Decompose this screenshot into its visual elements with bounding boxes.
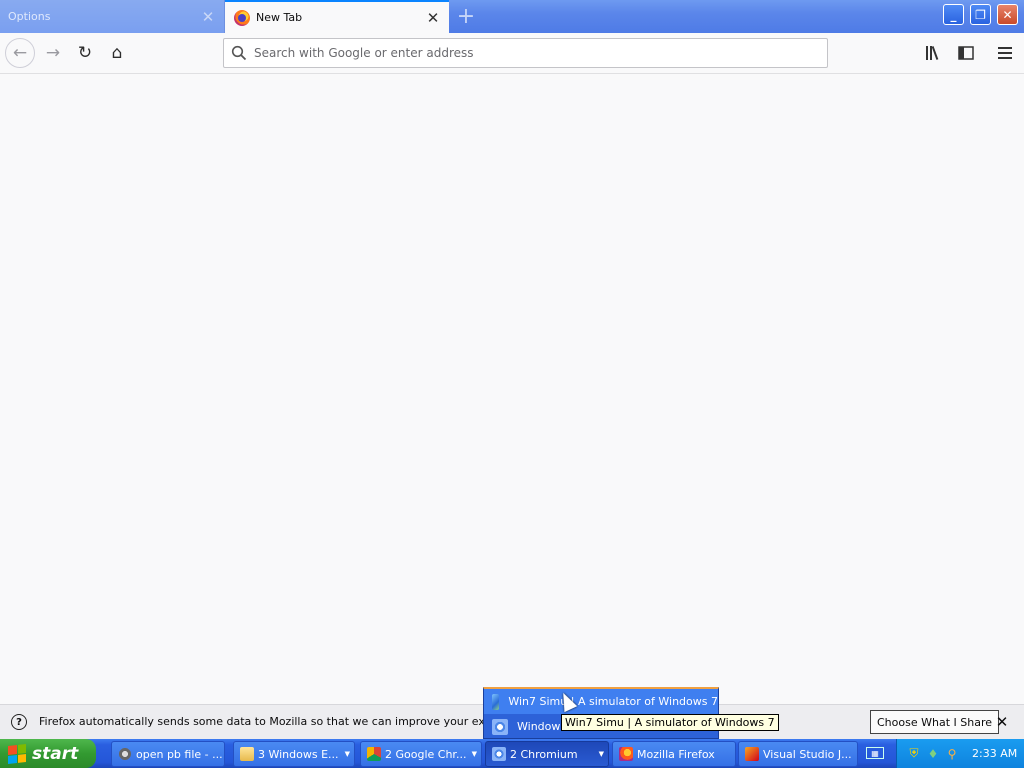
chromium-icon	[492, 747, 506, 761]
windows-logo-icon	[8, 743, 26, 764]
notification-message: Firefox automatically sends some data to…	[39, 715, 537, 728]
close-icon: ✕	[1002, 7, 1013, 22]
gear-icon	[118, 747, 132, 761]
chevron-down-icon: ▼	[598, 750, 604, 758]
security-shield-icon[interactable]: ⛨	[907, 746, 921, 761]
minimize-icon: _	[950, 7, 957, 22]
back-button[interactable]: ←	[5, 38, 35, 68]
start-button[interactable]: start	[0, 739, 96, 768]
library-button[interactable]	[920, 39, 948, 67]
new-tab-button[interactable]: +	[453, 3, 479, 29]
taskbar-button-mozilla-firefox[interactable]: Mozilla Firefox	[612, 741, 736, 767]
chrome-icon	[367, 747, 381, 761]
sidebar-button[interactable]	[952, 39, 980, 67]
taskbar-button-visual-studio[interactable]: Visual Studio J...	[738, 741, 858, 767]
window-icon	[492, 693, 500, 710]
taskbar: start open pb file - ... 3 Windows E... …	[0, 739, 1024, 768]
maximize-button[interactable]: ❐	[970, 4, 991, 25]
taskbar-button-open-pb-file[interactable]: open pb file - ...	[111, 741, 225, 767]
clock[interactable]: 2:33 AM	[972, 747, 1017, 760]
sidebar-icon	[958, 46, 974, 60]
tab-title: New Tab	[256, 11, 303, 24]
home-icon: ⌂	[111, 43, 123, 63]
chromium-icon	[492, 718, 508, 735]
taskbar-button-google-chrome[interactable]: 2 Google Chr... ▼	[360, 741, 482, 767]
tab-options[interactable]: Options ✕	[0, 0, 225, 33]
forward-arrow-icon: →	[45, 43, 61, 63]
firefox-icon	[234, 9, 250, 26]
taskbar-group-popup: Win7 Simu | A simulator of Windows 7 Win…	[483, 687, 719, 739]
close-tab-icon[interactable]: ✕	[423, 8, 443, 28]
library-icon	[926, 46, 939, 60]
minimize-button[interactable]: _	[943, 4, 964, 25]
maximize-icon: ❐	[975, 7, 986, 22]
chevron-down-icon: ▼	[471, 750, 477, 758]
notification-close-button[interactable]: ✕	[993, 713, 1011, 731]
back-arrow-icon: ←	[12, 43, 28, 63]
reload-icon: ↻	[77, 43, 93, 63]
system-tray: ⛨ ♦ ⚲ 2:33 AM	[896, 739, 1024, 768]
tooltip: Win7 Simu | A simulator of Windows 7	[561, 714, 779, 731]
popup-item-label: Windows	[517, 720, 567, 733]
choose-what-i-share-button[interactable]: Choose What I Share	[870, 710, 999, 734]
close-icon: ✕	[995, 713, 1009, 731]
forward-button[interactable]: →	[39, 39, 67, 67]
popup-item-label: Win7 Simu | A simulator of Windows 7	[508, 695, 718, 708]
close-tab-icon[interactable]: ✕	[198, 7, 218, 27]
close-window-button[interactable]: ✕	[997, 4, 1018, 25]
popup-item-win7-simu[interactable]: Win7 Simu | A simulator of Windows 7	[484, 689, 718, 714]
folder-icon	[240, 747, 254, 761]
network-icon[interactable]: ♦	[926, 747, 940, 761]
firefox-icon	[619, 747, 633, 761]
address-input[interactable]	[254, 46, 827, 60]
taskbar-button-label: 3 Windows E...	[258, 747, 339, 761]
taskbar-button-label: open pb file - ...	[136, 747, 223, 761]
taskbar-button-chromium[interactable]: 2 Chromium ▼	[485, 741, 609, 767]
title-bar: Options ✕ New Tab ✕ + _ ❐ ✕	[0, 0, 1024, 33]
taskbar-button-label: 2 Chromium	[510, 747, 578, 761]
reload-button[interactable]: ↻	[71, 39, 99, 67]
taskbar-button-windows-explorer[interactable]: 3 Windows E... ▼	[233, 741, 355, 767]
home-button[interactable]: ⌂	[103, 39, 131, 67]
taskbar-button-label: Mozilla Firefox	[637, 747, 715, 761]
menu-button[interactable]	[991, 39, 1019, 67]
navigation-bar: ← → ↻ ⌂	[0, 33, 1024, 74]
taskbar-button-label: 2 Google Chr...	[385, 747, 467, 761]
tab-new-tab[interactable]: New Tab ✕	[225, 0, 449, 33]
search-icon[interactable]: ⚲	[945, 747, 959, 761]
visual-studio-icon	[745, 747, 759, 761]
search-icon	[224, 45, 254, 61]
hamburger-menu-icon	[998, 47, 1012, 59]
address-bar[interactable]	[223, 38, 828, 68]
page-content	[0, 74, 1024, 704]
chevron-down-icon: ▼	[344, 750, 350, 758]
start-label: start	[32, 743, 79, 764]
question-icon: ?	[11, 714, 27, 730]
keyboard-icon[interactable]: ▦	[866, 747, 884, 759]
taskbar-button-label: Visual Studio J...	[763, 747, 852, 761]
tab-title: Options	[8, 10, 51, 23]
